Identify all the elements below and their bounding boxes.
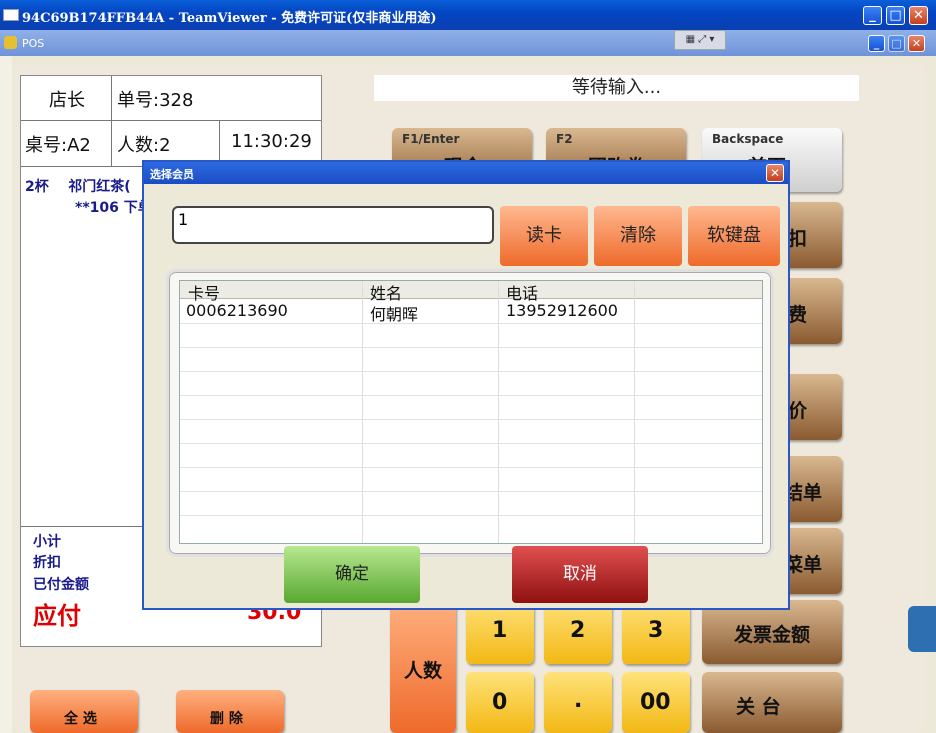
status-text: 等待输入... xyxy=(374,75,859,101)
pos-close-button[interactable]: ✕ xyxy=(908,35,925,52)
order-time: 11:30:29 xyxy=(231,131,312,152)
teamviewer-title-bar: 94C69B174FFB44A - TeamViewer - 免费许可证(仅非商… xyxy=(0,0,936,30)
pos-app-icon xyxy=(4,36,17,49)
select-member-dialog: 选择会员 ✕ 1 读卡 清除 软键盘 卡号 姓名 电话 0006213690 何… xyxy=(142,160,790,610)
member-table-frame: 卡号 姓名 电话 0006213690 何朝晖 13952912600 xyxy=(166,269,774,557)
discount-label: 折扣 xyxy=(33,555,61,571)
table-number: 桌号:A2 xyxy=(25,135,91,156)
read-card-button[interactable]: 读卡 xyxy=(500,206,588,266)
key-dot[interactable]: . xyxy=(544,672,612,733)
member-table: 卡号 姓名 电话 0006213690 何朝晖 13952912600 xyxy=(179,280,763,544)
dialog-title-bar: 选择会员 ✕ xyxy=(144,162,788,184)
teamviewer-panel-toggle[interactable]: ▦ ⤢ ▾ xyxy=(674,30,726,50)
dialog-close-button[interactable]: ✕ xyxy=(766,164,784,182)
member-search-input[interactable]: 1 xyxy=(172,206,494,244)
soft-keyboard-button[interactable]: 软键盘 xyxy=(688,206,780,266)
pos-maximize-button[interactable]: □ xyxy=(888,35,905,52)
order-item-line[interactable]: 2杯 祁门红茶( xyxy=(25,176,131,196)
close-table-button[interactable]: 关 台 xyxy=(702,672,842,733)
key-0[interactable]: 0 xyxy=(466,672,534,733)
pos-minimize-button[interactable]: _ xyxy=(868,35,885,52)
cancel-button[interactable]: 取消 xyxy=(512,546,648,603)
key-00[interactable]: 00 xyxy=(622,672,690,733)
row-phone: 13952912600 xyxy=(506,301,618,320)
row-card-number: 0006213690 xyxy=(186,301,288,320)
order-number: 单号:328 xyxy=(117,90,194,111)
subtotal-label: 小计 xyxy=(33,534,61,550)
guest-count: 人数:2 xyxy=(117,135,171,156)
clear-button[interactable]: 清除 xyxy=(594,206,682,266)
guests-button[interactable]: 人数 xyxy=(390,600,456,733)
close-button[interactable]: ✕ xyxy=(909,6,928,25)
window-icon xyxy=(3,9,19,21)
order-item-note: **106 下单 xyxy=(75,200,152,216)
due-label: 应付 xyxy=(33,602,81,630)
maximize-button[interactable]: □ xyxy=(886,6,905,25)
pos-title-bar: POS _ □ ✕ xyxy=(0,30,936,56)
pos-window-title: POS xyxy=(22,37,45,50)
table-row[interactable]: 0006213690 何朝晖 13952912600 xyxy=(180,299,762,324)
left-frame xyxy=(0,56,12,733)
select-all-button[interactable]: 全 选 xyxy=(30,690,138,733)
window-title: 94C69B174FFB44A - TeamViewer - 免费许可证(仅非商… xyxy=(22,11,437,26)
manager-label: 店长 xyxy=(49,90,85,111)
teamviewer-side-tab[interactable] xyxy=(908,606,936,652)
dialog-title: 选择会员 xyxy=(150,168,194,181)
row-member-name: 何朝晖 xyxy=(370,305,419,324)
delete-button[interactable]: 删 除 xyxy=(176,690,284,733)
minimize-button[interactable]: _ xyxy=(863,6,882,25)
paid-label: 已付金额 xyxy=(33,577,89,593)
confirm-button[interactable]: 确定 xyxy=(284,546,420,603)
table-header xyxy=(180,281,762,299)
